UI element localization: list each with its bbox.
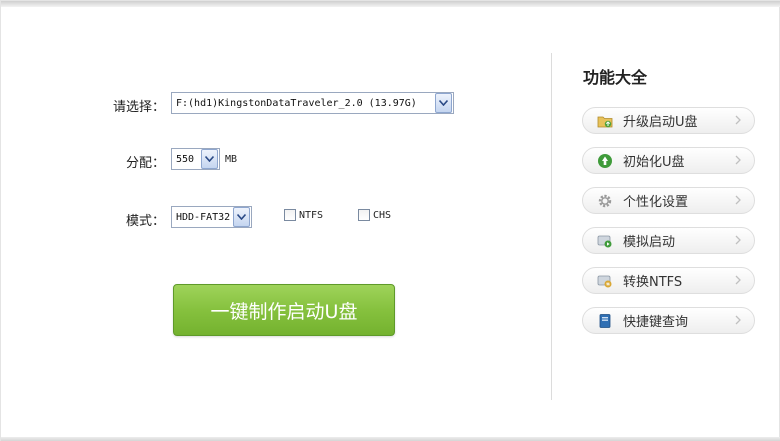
chevron-down-icon[interactable]	[233, 207, 250, 227]
chevron-right-icon	[730, 114, 746, 128]
disk-play-icon	[597, 233, 613, 249]
init-usb-label: 初始化U盘	[623, 155, 685, 170]
chevron-right-icon	[730, 274, 746, 288]
app-window: 请选择： F:(hd1)KingstonDataTraveler_2.0 (13…	[0, 0, 780, 441]
init-usb-button[interactable]: 初始化U盘	[582, 147, 755, 174]
simulate-boot-label: 模拟启动	[623, 235, 676, 250]
top-border	[1, 1, 780, 7]
alloc-unit: MB	[225, 154, 238, 165]
gear-icon	[597, 193, 613, 209]
chevron-right-icon	[730, 194, 746, 208]
drive-select[interactable]: F:(hd1)KingstonDataTraveler_2.0 (13.97G)	[171, 92, 454, 114]
mode-select-value: HDD-FAT32	[176, 211, 231, 223]
mode-label: 模式：	[125, 214, 165, 229]
personalize-settings-button[interactable]: 个性化设置	[582, 187, 755, 214]
hotkey-lookup-label: 快捷键查询	[623, 315, 689, 330]
make-boot-usb-button[interactable]: 一键制作启动U盘	[173, 284, 395, 336]
simulate-boot-button[interactable]: 模拟启动	[582, 227, 755, 254]
chevron-right-icon	[730, 154, 746, 168]
bottom-border	[1, 437, 780, 441]
panel-title: 功能大全	[583, 68, 648, 87]
convert-ntfs-button[interactable]: 转换NTFS	[582, 267, 755, 294]
hotkey-lookup-button[interactable]: 快捷键查询	[582, 307, 755, 334]
convert-ntfs-label: 转换NTFS	[623, 275, 683, 290]
upgrade-usb-button[interactable]: 升级启动U盘	[582, 107, 755, 134]
disk-convert-icon	[597, 273, 613, 289]
book-icon	[597, 313, 613, 329]
vertical-divider	[551, 53, 552, 400]
ntfs-checkbox-box[interactable]	[284, 209, 296, 221]
select-drive-label: 请选择：	[112, 100, 165, 115]
chevron-down-icon[interactable]	[201, 149, 218, 169]
upgrade-usb-label: 升级启动U盘	[623, 115, 698, 130]
alloc-label: 分配：	[125, 156, 165, 171]
folder-upgrade-icon	[597, 113, 613, 129]
chs-checkbox-box[interactable]	[358, 209, 370, 221]
chs-checkbox[interactable]: CHS	[358, 209, 391, 221]
chs-checkbox-label: CHS	[373, 209, 392, 221]
chevron-right-icon	[730, 234, 746, 248]
ntfs-checkbox[interactable]: NTFS	[284, 209, 323, 221]
personalize-settings-label: 个性化设置	[623, 195, 689, 210]
chevron-right-icon	[730, 314, 746, 328]
drive-select-value: F:(hd1)KingstonDataTraveler_2.0 (13.97G)	[176, 97, 417, 109]
ntfs-checkbox-label: NTFS	[299, 209, 324, 221]
chevron-down-icon[interactable]	[435, 93, 452, 113]
alloc-select-value: 550	[176, 153, 195, 165]
recycle-icon	[597, 153, 613, 169]
mode-select[interactable]: HDD-FAT32	[171, 206, 252, 228]
alloc-select[interactable]: 550	[171, 148, 220, 170]
